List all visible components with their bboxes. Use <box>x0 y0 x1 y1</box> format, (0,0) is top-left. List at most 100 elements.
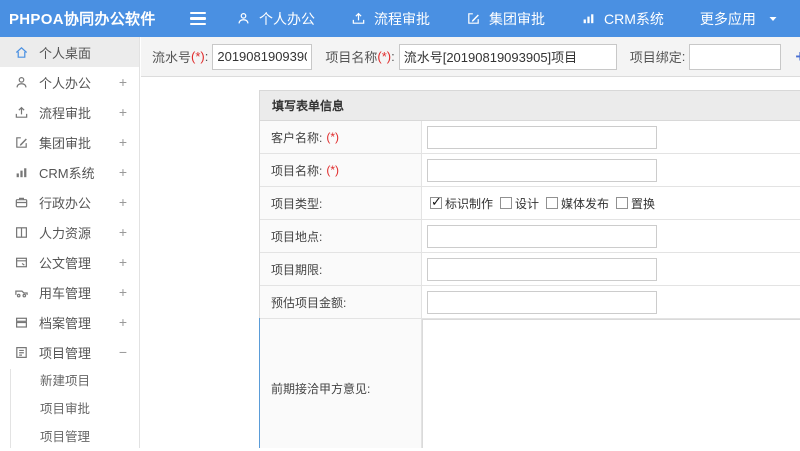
form-section-title: 填写表单信息 <box>260 91 800 121</box>
topnav-item-more-apps[interactable]: 更多应用 <box>700 9 778 29</box>
project-type-options: 标识制作 设计媒体发布 置换 <box>427 195 655 212</box>
sidebar-subitem-project-approval[interactable]: 项目审批 <box>0 395 139 423</box>
checkbox-option-2[interactable]: 媒体发布 <box>546 195 609 212</box>
checkbox-label: 置换 <box>631 195 655 212</box>
checkbox-label: 标识制作 <box>445 195 493 212</box>
app-logo: PHPOA协同办公软件 <box>0 8 158 29</box>
project-bind-input[interactable] <box>689 44 781 70</box>
project-title-field-group: 项目名称(*): <box>325 44 616 70</box>
form-label-cell: 项目地点: <box>260 220 422 252</box>
required-mark: (*) <box>326 130 339 144</box>
topbar-nav: 个人办公 流程审批 集团审批 CRM系统 更多应用 <box>236 9 778 29</box>
project-title-input[interactable] <box>399 44 617 70</box>
sidebar-item-personal-desktop[interactable]: 个人桌面 <box>0 37 139 67</box>
form-label-cell: 项目名称:(*) <box>260 154 422 186</box>
sidebar-item-crm-system[interactable]: CRM系统+ <box>0 157 139 187</box>
sidebar-subitem-project-mgmt-list[interactable]: 项目管理 <box>0 423 139 451</box>
expand-plus-icon[interactable]: + <box>119 254 127 270</box>
project-name-input[interactable] <box>427 159 657 182</box>
required-mark: (*) <box>326 163 339 177</box>
topnav-item-group-approval[interactable]: 集团审批 <box>466 9 545 29</box>
checkbox-option-1[interactable]: 设计 <box>500 195 539 212</box>
serial-number-input[interactable] <box>212 44 312 70</box>
checkbox-option-3[interactable]: 置换 <box>616 195 655 212</box>
form-label-cell: 项目期限: <box>260 253 422 285</box>
checkbox-unchecked-icon[interactable] <box>546 197 558 209</box>
sidebar-item-label: 用车管理 <box>39 283 109 302</box>
sidebar-item-group-approval[interactable]: 集团审批 + <box>0 127 139 157</box>
project-location-input[interactable] <box>427 225 657 248</box>
sidebar: 个人桌面个人办公+流程审批+集团审批+CRM系统+行政办公+人力资源+公文管理+… <box>0 37 140 448</box>
expand-plus-icon[interactable]: + <box>119 134 127 150</box>
required-mark: (*) <box>377 49 391 64</box>
sidebar-item-workflow-approval[interactable]: 流程审批+ <box>0 97 139 127</box>
sidebar-item-human-resources[interactable]: 人力资源+ <box>0 217 139 247</box>
sidebar-item-document-mgmt[interactable]: 公文管理+ <box>0 247 139 277</box>
checkbox-label: 设计 <box>515 195 539 212</box>
topnav-item-personal-office[interactable]: 个人办公 <box>236 9 315 29</box>
serial-number-field-group: 流水号(*): <box>152 44 312 70</box>
expand-plus-icon[interactable]: + <box>119 104 127 120</box>
project-type-label: 项目类型: <box>271 195 322 212</box>
form-row-customer-name: 客户名称:(*) <box>260 121 800 154</box>
project-duration-label: 项目期限: <box>271 261 322 278</box>
project-duration-input[interactable] <box>427 258 657 281</box>
form-value-cell <box>422 220 800 252</box>
user-icon <box>236 11 251 26</box>
sidebar-item-label: 档案管理 <box>39 313 109 332</box>
project-bind-field-group: 项目绑定: <box>630 44 782 70</box>
project-bind-label: 项目绑定 <box>630 47 682 66</box>
topnav-item-crm-system[interactable]: CRM系统 <box>581 9 664 29</box>
expand-plus-icon[interactable]: + <box>119 194 127 210</box>
customer-name-input[interactable] <box>427 126 657 149</box>
checkbox-unchecked-icon[interactable] <box>500 197 512 209</box>
sidebar-item-project-mgmt[interactable]: 项目管理− <box>0 337 139 367</box>
expand-plus-icon[interactable]: + <box>119 74 127 90</box>
project-icon <box>14 345 29 360</box>
form-label-cell: 预估项目金额: <box>260 286 422 318</box>
expand-plus-icon[interactable]: + <box>119 224 127 240</box>
form-row-estimated-amount: 预估项目金额: <box>260 286 800 319</box>
sidebar-subitem-new-project[interactable]: 新建项目 <box>0 367 139 395</box>
topnav-item-workflow-approval[interactable]: 流程审批 <box>351 9 430 29</box>
topbar: PHPOA协同办公软件 个人办公 流程审批 集团审批 CRM系统 更多应用 <box>0 0 800 37</box>
chart-icon <box>14 165 29 180</box>
home-icon <box>14 45 29 60</box>
estimated-amount-input[interactable] <box>427 291 657 314</box>
hamburger-icon[interactable] <box>186 8 210 29</box>
form-panel: 填写表单信息 客户名称:(*)项目名称:(*) 项目类型: 标识制作 设计媒体发布 置换… <box>259 90 800 448</box>
sidebar-item-admin-office[interactable]: 行政办公 + <box>0 187 139 217</box>
main-panel: 流水号(*):项目名称(*):项目绑定:+ 填写表单信息 客户名称:(*)项目名… <box>141 37 800 448</box>
pre-negotiation-opinion-label: 前期接洽甲方意见: <box>271 380 370 397</box>
form-value-cell <box>422 121 800 153</box>
topnav-label: 个人办公 <box>259 9 315 29</box>
edit-icon <box>466 11 481 26</box>
expand-plus-icon[interactable]: + <box>119 164 127 180</box>
project-title-label: 项目名称 <box>325 47 377 66</box>
form-row-pre-negotiation-opinion: 前期接洽甲方意见: <box>260 319 800 448</box>
flow-icon <box>351 11 366 26</box>
pre-negotiation-opinion-textarea[interactable] <box>422 319 800 448</box>
project-bind-add-button[interactable]: + <box>795 47 800 67</box>
colon: : <box>205 49 209 64</box>
sidebar-item-label: 个人桌面 <box>39 43 127 62</box>
form-label-cell: 客户名称:(*) <box>260 121 422 153</box>
form-row-project-location: 项目地点: <box>260 220 800 253</box>
expand-plus-icon[interactable]: + <box>119 284 127 300</box>
checkbox-unchecked-icon[interactable] <box>616 197 628 209</box>
checkbox-option-0[interactable]: 标识制作 <box>430 195 493 212</box>
form-value-cell <box>422 154 800 186</box>
sidebar-item-label: 集团审批 <box>39 133 109 152</box>
briefcase-icon <box>14 195 29 210</box>
flow-icon <box>14 105 29 120</box>
checkbox-checked-icon[interactable] <box>430 197 442 209</box>
sidebar-item-vehicle-mgmt[interactable]: 用车管理 + <box>0 277 139 307</box>
sidebar-item-personal-office[interactable]: 个人办公 + <box>0 67 139 97</box>
sidebar-item-archive-mgmt[interactable]: 档案管理 + <box>0 307 139 337</box>
sidebar-item-label: 个人办公 <box>39 73 109 92</box>
collapse-minus-icon[interactable]: − <box>119 344 127 360</box>
expand-plus-icon[interactable]: + <box>119 314 127 330</box>
car-icon <box>14 285 29 300</box>
record-toolbar: 流水号(*): 项目名称(*): 项目绑定: + <box>141 37 800 77</box>
sidebar-item-label: 行政办公 <box>39 193 109 212</box>
